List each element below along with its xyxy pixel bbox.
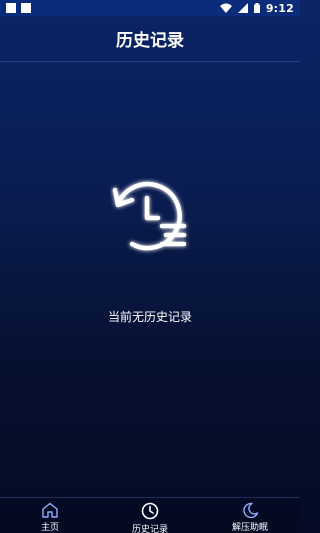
bottom-nav: 主页 历史记录 解压助眠 <box>0 497 300 533</box>
nav-history-label: 历史记录 <box>131 525 168 533</box>
home-icon <box>41 502 59 518</box>
page-title: 历史记录 <box>116 31 184 51</box>
moon-icon <box>241 502 259 518</box>
notification-square-icon <box>6 3 16 13</box>
notification-square-icon <box>21 3 31 13</box>
status-notifications <box>6 3 31 13</box>
nav-home[interactable]: 主页 <box>0 498 100 533</box>
battery-icon <box>253 3 260 13</box>
app-header: 历史记录 <box>0 16 300 62</box>
history-clock-icon <box>110 178 192 258</box>
status-time: 9:12 <box>265 1 294 15</box>
status-bar: 9:12 <box>0 0 300 16</box>
wifi-icon <box>219 3 232 13</box>
nav-history[interactable]: 历史记录 <box>100 498 200 533</box>
status-indicators: 9:12 <box>219 1 294 15</box>
nav-relax-sleep-label: 解压助眠 <box>231 523 268 533</box>
empty-state-message: 当前无历史记录 <box>107 310 192 324</box>
clock-icon <box>141 502 159 520</box>
signal-icon <box>237 3 248 13</box>
nav-home-label: 主页 <box>40 523 59 533</box>
nav-relax-sleep[interactable]: 解压助眠 <box>200 498 300 533</box>
